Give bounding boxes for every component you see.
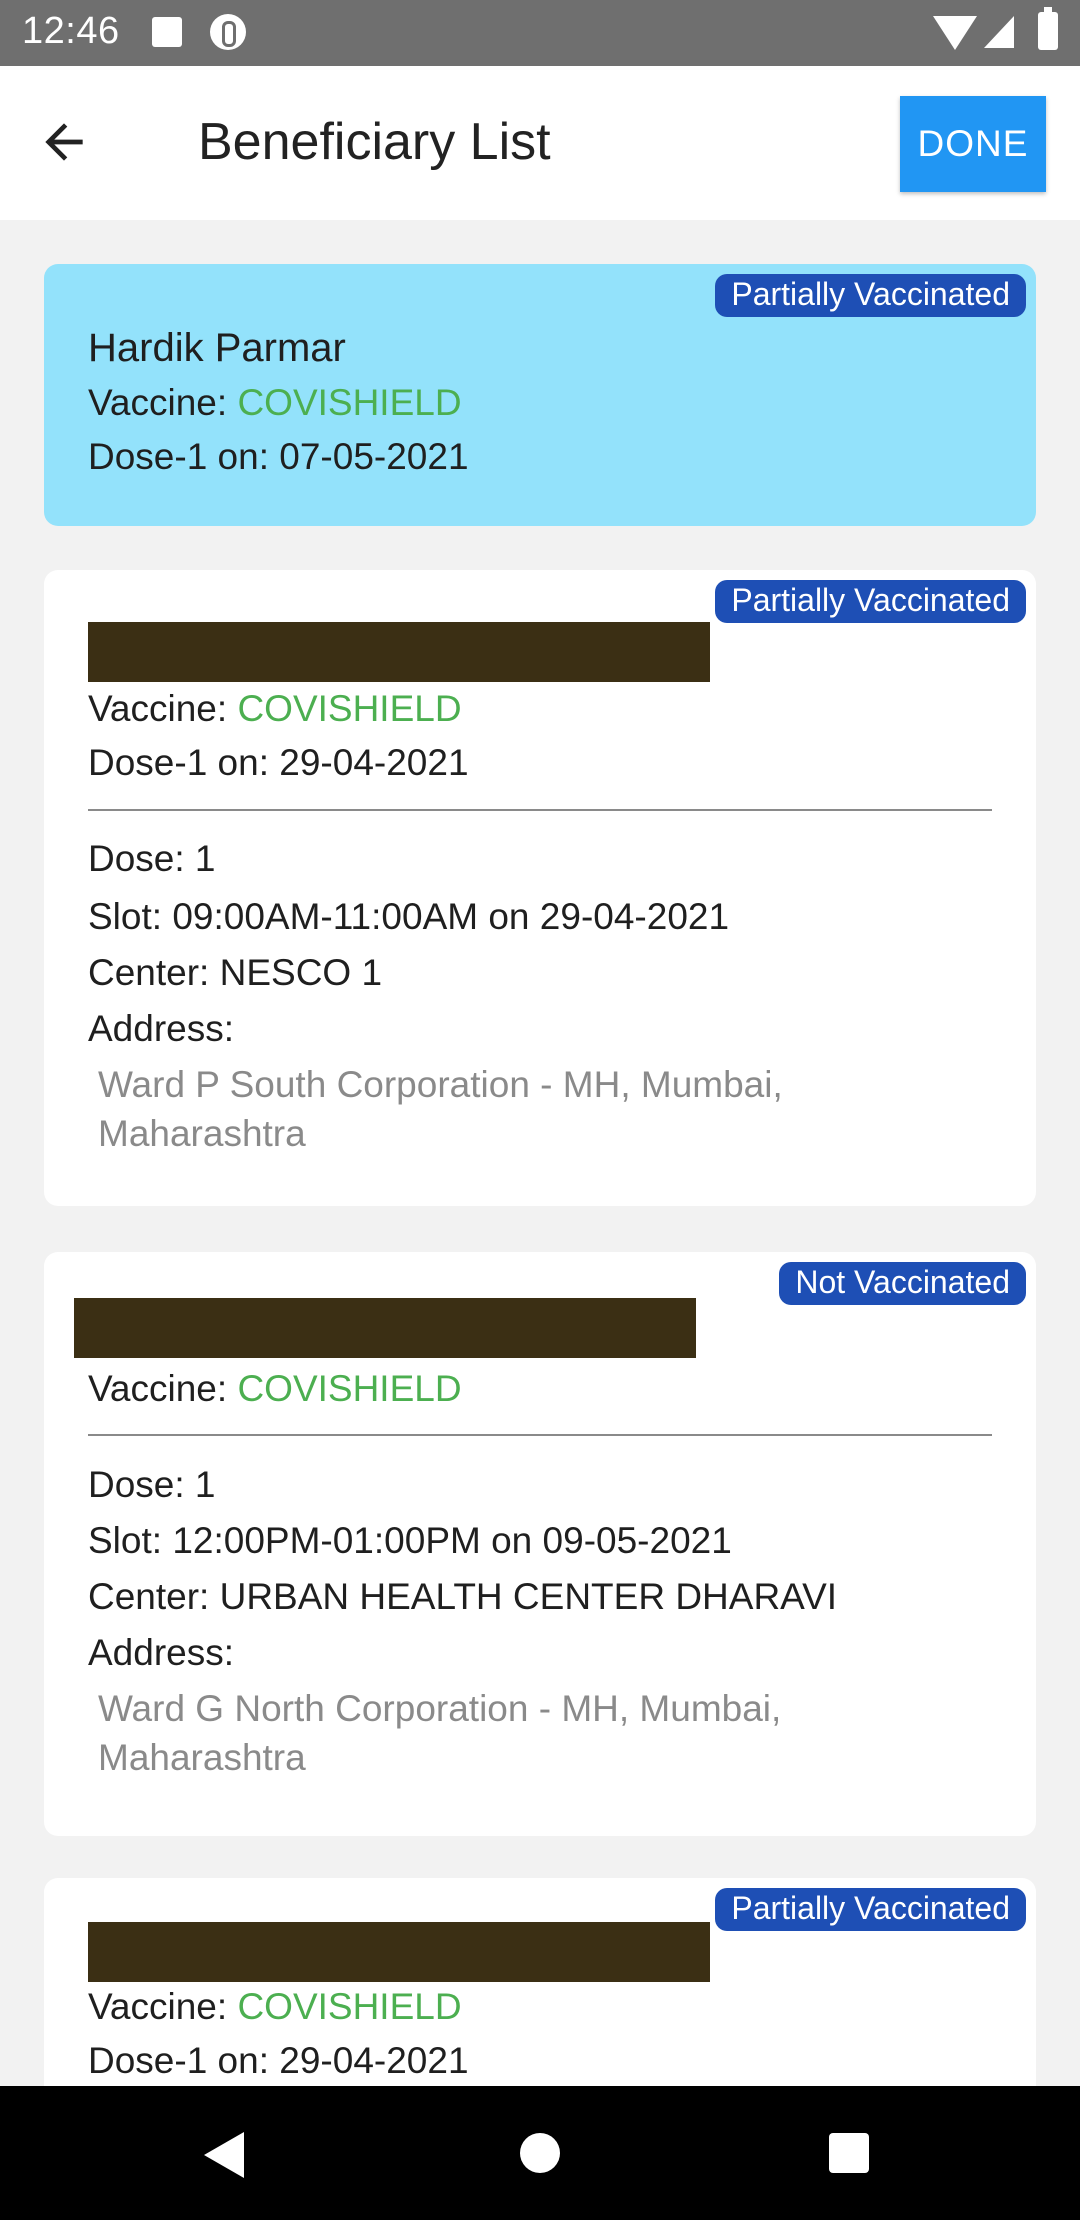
divider bbox=[88, 809, 992, 811]
beneficiary-name: Hardik Parmar bbox=[88, 326, 346, 370]
address-label: Address: bbox=[88, 1632, 235, 1673]
dose-date: Dose-1 on: 29-04-2021 bbox=[88, 742, 469, 783]
page-title: Beneficiary List bbox=[198, 113, 551, 171]
vaccine-label: Vaccine: bbox=[88, 1986, 228, 2027]
appointment-address: Ward G North Corporation - MH, Mumbai, M… bbox=[98, 1688, 782, 1778]
vaccine-name: COVISHIELD bbox=[237, 1368, 462, 1409]
appointment-slot: Slot: 09:00AM-11:00AM on 29-04-2021 bbox=[88, 896, 730, 937]
arrow-back-icon bbox=[45, 123, 83, 161]
vaccine-line: Vaccine: COVISHIELD bbox=[88, 1986, 462, 2028]
status-time: 12:46 bbox=[22, 10, 120, 52]
vaccine-name: COVISHIELD bbox=[237, 688, 462, 729]
cell-signal-icon bbox=[984, 16, 1014, 48]
beneficiary-card[interactable]: Partially Vaccinated Vaccine: COVISHIELD… bbox=[44, 570, 1036, 1206]
beneficiary-card[interactable]: Not Vaccinated Vaccine: COVISHIELD Dose:… bbox=[44, 1252, 1036, 1836]
beneficiary-card[interactable]: Partially Vaccinated Hardik Parmar Vacci… bbox=[44, 264, 1036, 526]
wifi-icon bbox=[933, 16, 977, 50]
beneficiary-card[interactable]: Partially Vaccinated Vaccine: COVISHIELD… bbox=[44, 1878, 1036, 2086]
vaccine-line: Vaccine: COVISHIELD bbox=[88, 688, 462, 730]
appointment-dose: Dose: 1 bbox=[88, 1464, 216, 1505]
status-badge: Partially Vaccinated bbox=[715, 274, 1026, 317]
vaccine-label: Vaccine: bbox=[88, 1368, 228, 1409]
back-button[interactable] bbox=[36, 114, 106, 174]
appointment-slot: Slot: 12:00PM-01:00PM on 09-05-2021 bbox=[88, 1520, 732, 1561]
dose-date: Dose-1 on: 07-05-2021 bbox=[88, 436, 469, 477]
nav-recents-icon[interactable] bbox=[829, 2133, 869, 2173]
appointment-center: Center: URBAN HEALTH CENTER DHARAVI bbox=[88, 1576, 838, 1617]
notification-app-icon bbox=[210, 14, 246, 50]
status-badge: Partially Vaccinated bbox=[715, 1888, 1026, 1931]
vaccine-line: Vaccine: COVISHIELD bbox=[88, 1368, 462, 1410]
redacted-name bbox=[74, 1298, 696, 1358]
vaccine-name: COVISHIELD bbox=[237, 382, 462, 423]
vaccine-label: Vaccine: bbox=[88, 382, 228, 423]
redacted-name bbox=[88, 1922, 710, 1982]
redacted-name bbox=[88, 622, 710, 682]
dose-date: Dose-1 on: 29-04-2021 bbox=[88, 2040, 469, 2081]
notification-square-icon bbox=[152, 17, 182, 47]
appointment-address: Ward P South Corporation - MH, Mumbai, M… bbox=[98, 1064, 783, 1154]
vaccine-name: COVISHIELD bbox=[237, 1986, 462, 2027]
divider bbox=[88, 1434, 992, 1436]
status-badge: Not Vaccinated bbox=[779, 1262, 1026, 1305]
done-button[interactable]: DONE bbox=[900, 96, 1046, 192]
vaccine-line: Vaccine: COVISHIELD bbox=[88, 382, 462, 424]
status-badge: Partially Vaccinated bbox=[715, 580, 1026, 623]
system-nav-bar bbox=[0, 2086, 1080, 2220]
beneficiary-list: Partially Vaccinated Hardik Parmar Vacci… bbox=[0, 220, 1080, 2086]
status-bar: 12:46 bbox=[0, 0, 1080, 66]
appointment-center: Center: NESCO 1 bbox=[88, 952, 383, 993]
nav-back-icon[interactable] bbox=[204, 2132, 244, 2178]
address-label: Address: bbox=[88, 1008, 235, 1049]
battery-icon bbox=[1038, 7, 1058, 50]
nav-home-icon[interactable] bbox=[520, 2133, 560, 2173]
appointment-dose: Dose: 1 bbox=[88, 838, 216, 879]
vaccine-label: Vaccine: bbox=[88, 688, 228, 729]
app-bar: Beneficiary List DONE bbox=[0, 66, 1080, 220]
